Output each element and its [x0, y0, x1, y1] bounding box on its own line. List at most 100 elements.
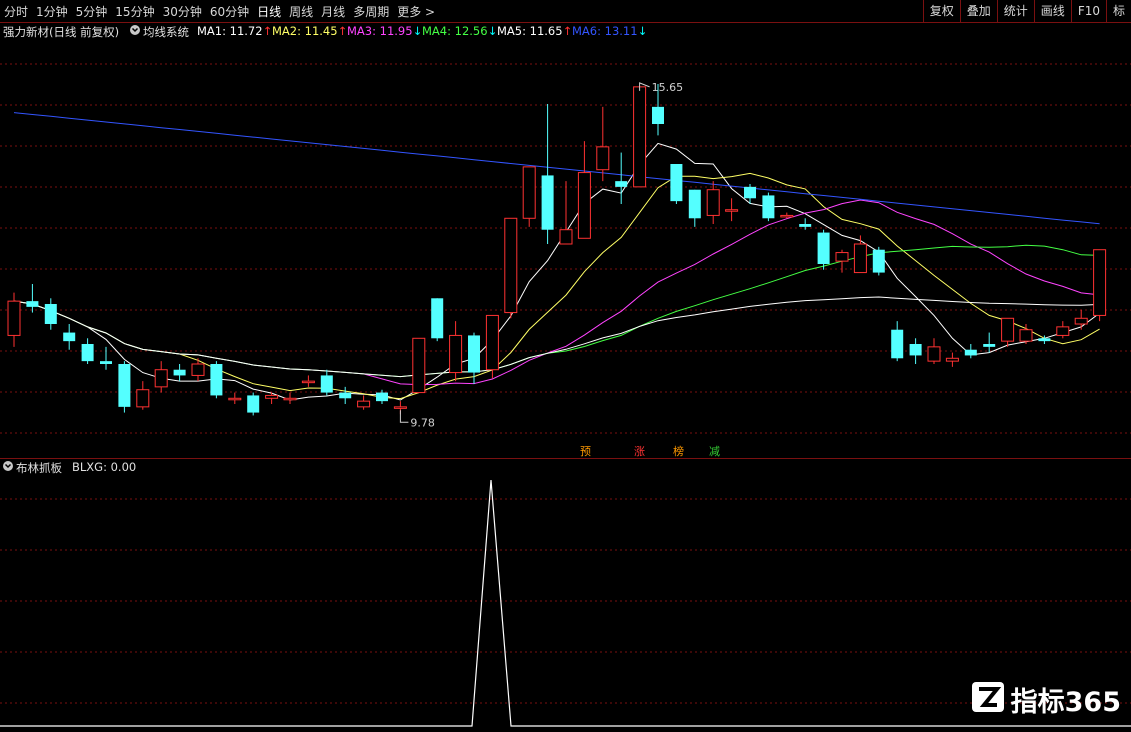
- flag-yu: 预: [580, 445, 591, 458]
- overlay-button[interactable]: 叠加: [959, 0, 997, 22]
- candle: [320, 369, 333, 396]
- candle: [725, 198, 739, 222]
- candle-body: [393, 406, 407, 409]
- candle-body: [945, 357, 959, 362]
- candle: [927, 338, 941, 364]
- f10-button[interactable]: F10: [1070, 0, 1106, 22]
- candle-body: [964, 349, 977, 356]
- candle-body: [891, 329, 904, 359]
- candle: [191, 358, 205, 382]
- candle: [449, 321, 463, 382]
- candle-body: [431, 298, 444, 339]
- blxg-line: [0, 479, 1131, 727]
- tab-30min[interactable]: 30分钟: [163, 3, 202, 20]
- candlestick-chart[interactable]: 15.65 9.78: [0, 40, 1131, 458]
- ma6-line: [13, 112, 1100, 225]
- watermark: 指标365: [971, 682, 1121, 718]
- ma6-label: MA6: 13.11↓: [572, 24, 648, 38]
- candle: [301, 375, 315, 387]
- draw-line-button[interactable]: 画线: [1033, 0, 1071, 22]
- candle-body: [853, 243, 867, 274]
- candle-body: [706, 189, 720, 216]
- candle: [1074, 309, 1088, 330]
- candle-body: [412, 337, 426, 394]
- candle: [468, 332, 480, 384]
- candle: [688, 189, 701, 227]
- candle-body: [247, 395, 260, 413]
- ma1-label: MA1: 11.72↑: [197, 24, 273, 38]
- candle: [118, 361, 131, 413]
- candle-body: [983, 344, 996, 347]
- indicator-name[interactable]: 均线系统: [143, 24, 189, 40]
- tab-15min[interactable]: 15分钟: [115, 3, 154, 20]
- low-marker-line: [399, 410, 409, 423]
- sub-indicator-menu-icon[interactable]: [2, 460, 14, 475]
- sub-indicator-name[interactable]: 布林抓板: [16, 460, 62, 476]
- candle-body: [301, 380, 315, 384]
- sub-indicator-chart[interactable]: [0, 475, 1131, 732]
- candle-body: [210, 364, 223, 396]
- candle-body: [872, 249, 885, 273]
- high-price-label: 15.65: [652, 81, 684, 94]
- candle-body: [927, 346, 941, 362]
- candle: [762, 192, 775, 222]
- candle: [853, 235, 867, 274]
- candle-body: [7, 300, 21, 336]
- ma5-label: MA5: 11.65↑: [497, 24, 573, 38]
- candle-body: [118, 364, 131, 407]
- candle-body: [780, 214, 794, 218]
- statistics-button[interactable]: 统计: [996, 0, 1034, 22]
- candle: [357, 395, 371, 410]
- candle-body: [596, 146, 610, 171]
- candle: [339, 386, 352, 404]
- candle: [283, 392, 297, 404]
- mark-button[interactable]: 标: [1105, 0, 1131, 22]
- candle-body: [817, 232, 830, 264]
- candle-body: [559, 229, 573, 245]
- candle: [1093, 249, 1107, 322]
- tab-timeshare[interactable]: 分时: [4, 3, 28, 20]
- candle-body: [136, 389, 150, 408]
- candle: [7, 292, 21, 347]
- candle: [909, 338, 922, 364]
- candle: [26, 284, 39, 313]
- candle: [945, 352, 959, 367]
- candle-body: [320, 375, 333, 393]
- candle-body: [1093, 249, 1107, 316]
- candle-body: [154, 369, 168, 388]
- tab-5min[interactable]: 5分钟: [76, 3, 108, 20]
- ma2-label: MA2: 11.45↑: [272, 24, 348, 38]
- candle-body: [63, 332, 76, 342]
- candle: [412, 337, 426, 394]
- candle: [559, 181, 573, 245]
- stock-title: 强力新材(日线 前复权): [3, 25, 120, 39]
- tab-daily[interactable]: 日线: [257, 3, 281, 20]
- candle-body: [835, 252, 849, 262]
- candle-body: [522, 166, 536, 219]
- candle-body: [1056, 326, 1070, 336]
- candle-body: [725, 209, 739, 212]
- candle-body: [228, 397, 242, 401]
- panel-divider: [0, 458, 1131, 459]
- candle: [983, 332, 996, 353]
- candle: [706, 181, 720, 224]
- tab-1min[interactable]: 1分钟: [36, 3, 68, 20]
- candle-body: [357, 400, 371, 408]
- tab-more[interactable]: 更多 >: [397, 3, 435, 20]
- ma4-label: MA4: 12.56↓: [422, 24, 498, 38]
- candle: [431, 298, 444, 342]
- candle-body: [744, 186, 756, 199]
- tab-monthly[interactable]: 月线: [321, 3, 345, 20]
- tab-60min[interactable]: 60分钟: [210, 3, 249, 20]
- tab-multi-period[interactable]: 多周期: [353, 3, 389, 20]
- candle: [522, 166, 536, 227]
- indicator-menu-icon[interactable]: [129, 23, 141, 38]
- candle: [504, 217, 518, 319]
- tab-weekly[interactable]: 周线: [289, 3, 313, 20]
- candle: [485, 314, 499, 379]
- candle-body: [615, 181, 628, 187]
- candle: [780, 212, 794, 219]
- candle-body: [339, 392, 352, 399]
- candle-body: [81, 344, 94, 362]
- restore-rights-button[interactable]: 复权: [922, 0, 960, 22]
